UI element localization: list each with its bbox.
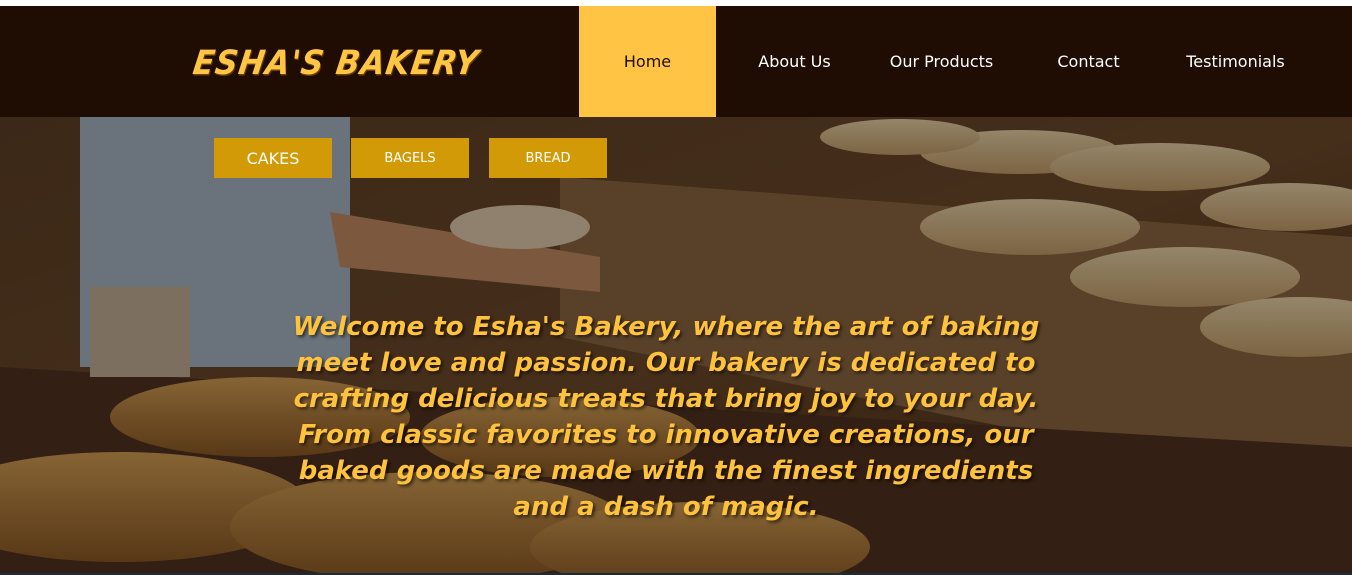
nav-about-us[interactable]: About Us bbox=[716, 6, 873, 117]
main-nav: Home About Us Our Products Contact Testi… bbox=[579, 6, 1304, 117]
brand-logo[interactable]: ESHA'S BAKERY bbox=[191, 44, 482, 83]
bread-button[interactable]: BREAD bbox=[489, 138, 607, 178]
nav-home[interactable]: Home bbox=[579, 6, 716, 117]
nav-contact[interactable]: Contact bbox=[1010, 6, 1167, 117]
welcome-text: Welcome to Esha's Bakery, where the art … bbox=[292, 312, 1040, 522]
nav-testimonials[interactable]: Testimonials bbox=[1167, 6, 1304, 117]
top-navbar: ESHA'S BAKERY Home About Us Our Products… bbox=[0, 6, 1352, 117]
cakes-button[interactable]: CAKES bbox=[214, 138, 332, 178]
bagels-button[interactable]: BAGELS bbox=[351, 138, 469, 178]
nav-our-products[interactable]: Our Products bbox=[873, 6, 1010, 117]
hero-section: CAKES BAGELS BREAD Welcome to Esha's Bak… bbox=[0, 117, 1352, 573]
page: ESHA'S BAKERY Home About Us Our Products… bbox=[0, 0, 1352, 575]
